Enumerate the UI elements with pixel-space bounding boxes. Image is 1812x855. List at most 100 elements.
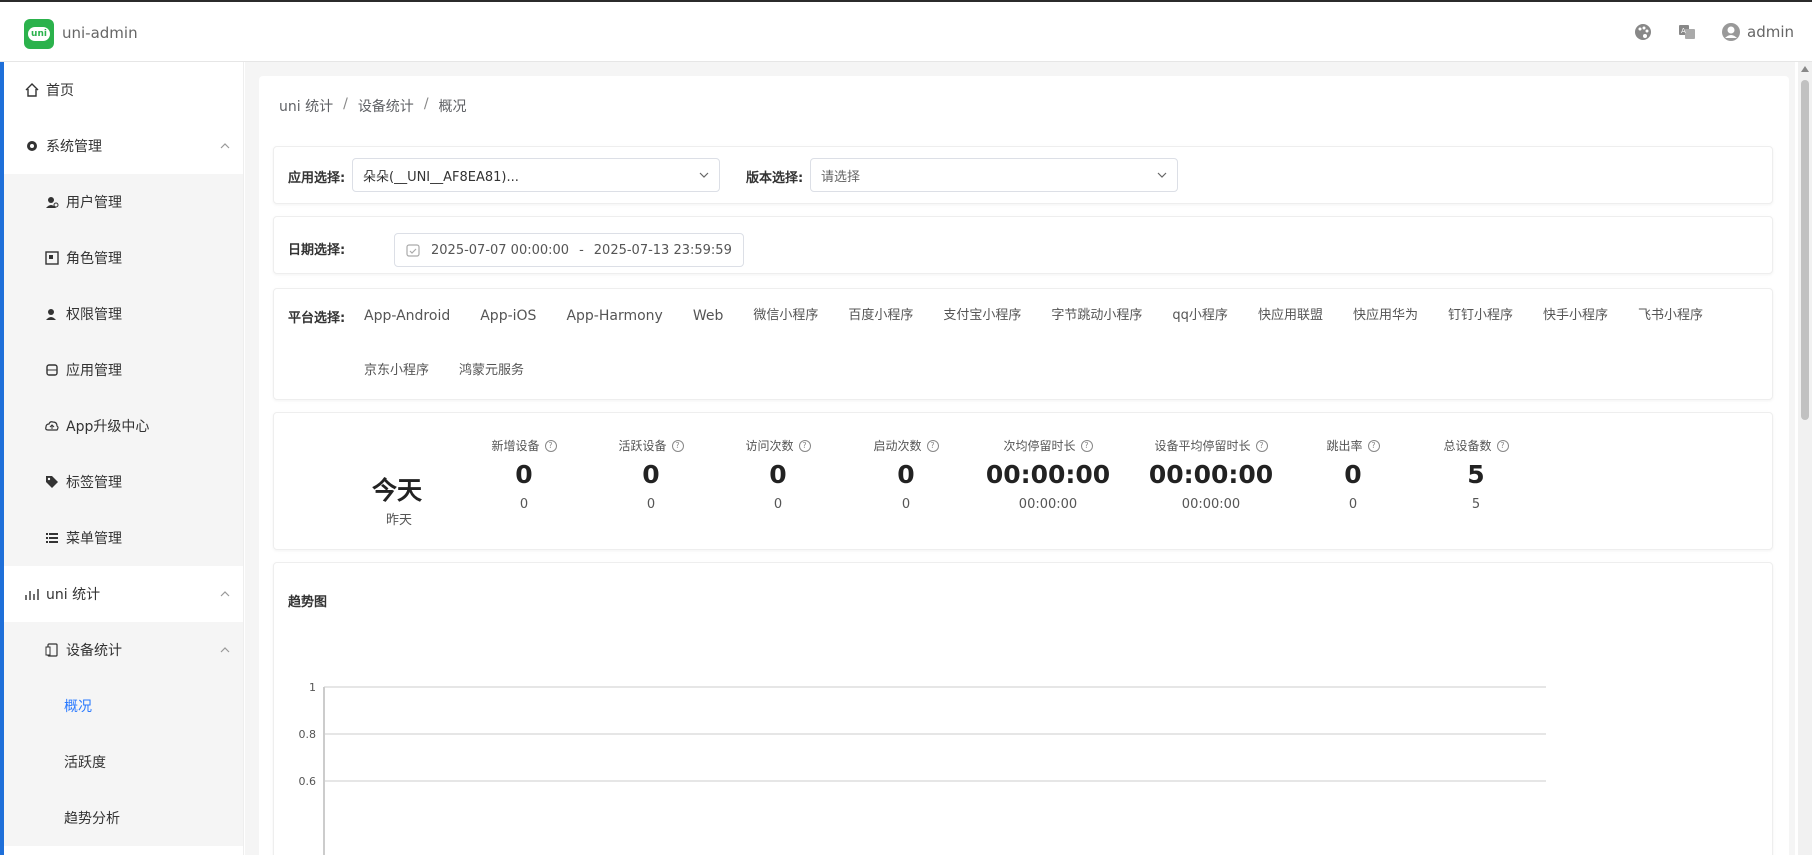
- platform-select-label: 平台选择:: [288, 311, 346, 326]
- tag-icon: [44, 474, 60, 490]
- sidebar-item-label: 应用管理: [66, 363, 122, 379]
- date-filter: 日期选择: 2025-07-07 00:00:00 - 2025-07-13 2…: [273, 216, 1773, 274]
- home-icon: [24, 82, 40, 98]
- stat-name: 次均停留时长: [1003, 439, 1076, 453]
- translate-icon[interactable]: A: [1677, 22, 1697, 42]
- platform-option[interactable]: 飞书小程序: [1638, 303, 1703, 329]
- platform-option[interactable]: App-iOS: [480, 303, 536, 329]
- date-start: 2025-07-07 00:00:00: [431, 242, 570, 258]
- stat-yesterday-value: 00:00:00: [1018, 497, 1078, 512]
- platform-option[interactable]: 钉钉小程序: [1448, 303, 1513, 329]
- platform-option[interactable]: 京东小程序: [364, 358, 429, 384]
- platform-option[interactable]: 快手小程序: [1543, 303, 1608, 329]
- chevron-up-icon: [220, 647, 230, 653]
- platform-list: App-Android App-iOS App-Harmony Web 微信小程序 百度小…: [364, 303, 1754, 384]
- svg-text:A: A: [1681, 27, 1686, 35]
- sidebar-item-roles[interactable]: 角色管理: [4, 230, 243, 286]
- stat-header: 次均停留时长?: [958, 437, 1138, 454]
- trend-chart: 1 0.8 0.6: [299, 681, 1546, 855]
- breadcrumb-item: 概况: [438, 99, 467, 115]
- breadcrumb: uni 统计 / 设备统计 / 概况: [279, 96, 467, 116]
- gear-icon: [24, 138, 40, 154]
- sidebar-item-menus[interactable]: 菜单管理: [4, 510, 243, 566]
- sidebar-item-upgrade-center[interactable]: App升级中心: [4, 398, 243, 454]
- breadcrumb-item[interactable]: 设备统计: [358, 96, 414, 116]
- platform-option[interactable]: 微信小程序: [753, 303, 818, 329]
- stat-name: 新增设备: [491, 439, 540, 453]
- breadcrumb-separator: /: [343, 96, 348, 112]
- sidebar-item-label: 角色管理: [66, 251, 122, 267]
- chevron-down-icon: [1157, 172, 1167, 178]
- platform-option[interactable]: 快应用华为: [1353, 303, 1418, 329]
- user-gear-icon: [44, 194, 60, 210]
- logo-text: uni: [28, 27, 50, 41]
- sidebar-item-label: 标签管理: [66, 475, 122, 491]
- sidebar-item-overview[interactable]: 概况: [4, 678, 243, 734]
- scroll-thumb[interactable]: [1801, 80, 1809, 420]
- user-name: admin: [1747, 23, 1794, 41]
- main-area: uni 统计 / 设备统计 / 概况 应用选择: 朵朵(__UNI__AF8EA…: [245, 62, 1795, 855]
- platform-option[interactable]: 字节跳动小程序: [1051, 303, 1142, 329]
- app-version-filter: 应用选择: 朵朵(__UNI__AF8EA81)... 版本选择: 请选择: [273, 146, 1773, 204]
- sidebar-item-apps[interactable]: 应用管理: [4, 342, 243, 398]
- permission-icon: [44, 306, 60, 322]
- breadcrumb-separator: /: [423, 96, 429, 112]
- sidebar-item-label: 活跃度: [64, 755, 106, 771]
- sidebar-item-uni-stat[interactable]: uni 统计: [4, 566, 243, 622]
- list-icon: [44, 530, 60, 546]
- help-icon[interactable]: ?: [671, 439, 684, 452]
- sidebar-item-device-stat[interactable]: 设备统计: [4, 622, 243, 678]
- stat-column: 次均停留时长? 00:00:00 00:00:00: [958, 437, 1138, 512]
- y-tick-label: 0.6: [299, 775, 317, 788]
- chevron-down-icon: [699, 172, 709, 178]
- sidebar-item-trend-analysis[interactable]: 趋势分析: [4, 790, 243, 846]
- platform-option[interactable]: App-Android: [364, 303, 450, 329]
- sidebar-item-activity[interactable]: 活跃度: [4, 734, 243, 790]
- platform-option[interactable]: App-Harmony: [566, 303, 662, 329]
- sidebar-item-label: uni 统计: [46, 587, 101, 603]
- stat-yesterday-value: 5: [1471, 497, 1481, 512]
- date-range-picker[interactable]: 2025-07-07 00:00:00 - 2025-07-13 23:59:5…: [394, 233, 744, 267]
- sidebar-item-system[interactable]: 系统管理: [4, 118, 243, 174]
- calendar-icon: [406, 244, 420, 257]
- yesterday-label: 昨天: [386, 513, 413, 528]
- chevron-up-icon: [220, 143, 230, 149]
- sidebar-item-home[interactable]: 首页: [4, 62, 243, 118]
- version-select[interactable]: 请选择: [810, 158, 1178, 192]
- scroll-up-arrow[interactable]: [1801, 66, 1809, 72]
- help-icon[interactable]: ?: [926, 439, 939, 452]
- palette-icon[interactable]: [1633, 22, 1653, 42]
- platform-option[interactable]: qq小程序: [1172, 303, 1228, 329]
- sidebar-item-users[interactable]: 用户管理: [4, 174, 243, 230]
- help-icon[interactable]: ?: [1367, 439, 1380, 452]
- help-icon[interactable]: ?: [1080, 439, 1093, 452]
- sidebar-item-tags[interactable]: 标签管理: [4, 454, 243, 510]
- trend-chart-panel: 趋势图 1 0.8 0.6: [273, 562, 1773, 855]
- user-menu[interactable]: admin: [1721, 22, 1794, 42]
- platform-option[interactable]: 鸿蒙元服务: [459, 358, 524, 384]
- platform-option[interactable]: Web: [693, 303, 724, 329]
- help-icon[interactable]: ?: [544, 439, 557, 452]
- stat-today-value: 5: [1467, 460, 1485, 489]
- app-select-label: 应用选择:: [288, 171, 346, 186]
- sidebar-item-label: 概况: [64, 699, 92, 715]
- app-title[interactable]: uni-admin: [62, 24, 138, 42]
- stat-name: 总设备数: [1443, 439, 1492, 453]
- sidebar-item-permissions[interactable]: 权限管理: [4, 286, 243, 342]
- help-icon[interactable]: ?: [1496, 439, 1509, 452]
- stat-name: 活跃设备: [618, 439, 667, 453]
- platform-option[interactable]: 百度小程序: [848, 303, 913, 329]
- platform-option[interactable]: 支付宝小程序: [943, 303, 1021, 329]
- platform-option[interactable]: 快应用联盟: [1258, 303, 1323, 329]
- y-tick-label: 1: [309, 681, 316, 694]
- today-label: 今天: [372, 476, 423, 505]
- app-select[interactable]: 朵朵(__UNI__AF8EA81)...: [352, 158, 720, 192]
- sidebar-item-label: 设备统计: [66, 643, 122, 659]
- version-select-label: 版本选择:: [746, 171, 804, 186]
- stat-today-value: 00:00:00: [985, 460, 1111, 489]
- app-logo[interactable]: uni: [24, 19, 54, 49]
- chart-icon: [24, 586, 40, 602]
- help-icon[interactable]: ?: [798, 439, 811, 452]
- vertical-scrollbar[interactable]: [1798, 62, 1812, 855]
- breadcrumb-item[interactable]: uni 统计: [279, 96, 333, 116]
